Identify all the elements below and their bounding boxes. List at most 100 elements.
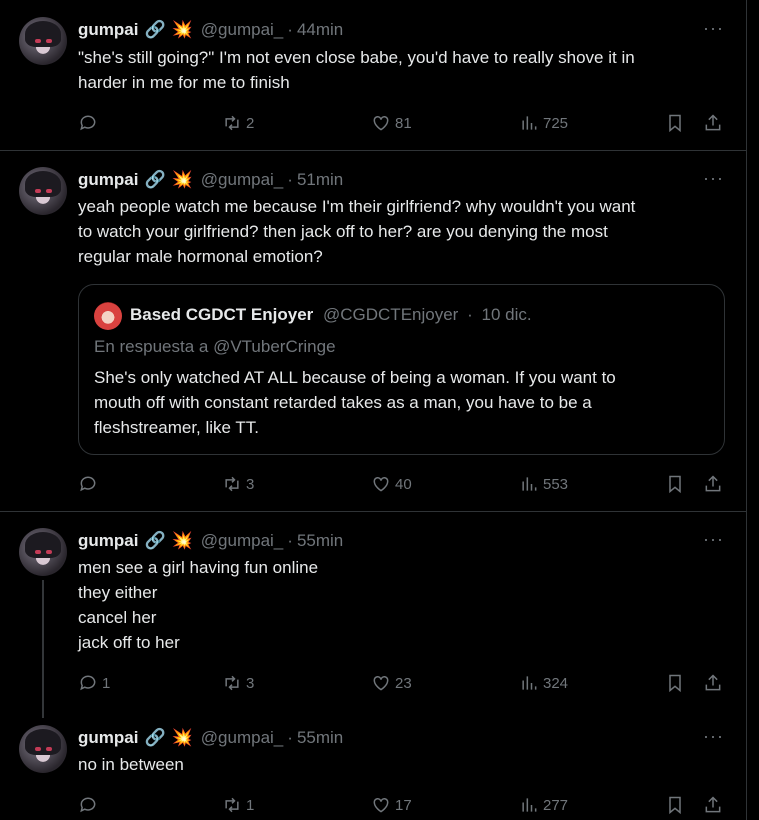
tweet-header: gumpai 🔗 💥 @gumpai_ · 55min	[78, 530, 343, 552]
timestamp[interactable]: 55min	[297, 728, 343, 748]
action-bar: 1 3 23 324	[78, 671, 730, 695]
reply-icon	[80, 476, 96, 492]
reply-button[interactable]	[78, 472, 102, 496]
tweet-text-line: harder in me for me to finish	[78, 73, 290, 92]
retweet-count: 3	[246, 475, 255, 493]
reply-button[interactable]: 1	[78, 671, 110, 695]
separator-dot: ·	[287, 531, 293, 550]
tweet-divider	[0, 150, 746, 151]
tweet-text-line: to watch your girlfriend? then jack off …	[78, 222, 608, 241]
retweet-count: 3	[246, 674, 255, 692]
views-icon	[522, 676, 537, 690]
reply-button[interactable]	[78, 793, 102, 817]
quoted-header: Based CGDCT Enjoyer @CGDCTEnjoyer · 10 d…	[130, 305, 532, 325]
tweet-text: "she's still going?" I'm not even close …	[78, 45, 728, 95]
tweet-text-line: jack off to her	[78, 633, 180, 652]
views-button[interactable]: 725	[519, 111, 568, 135]
views-button[interactable]: 277	[519, 793, 568, 817]
more-options-icon[interactable]: ···	[703, 727, 725, 745]
timestamp[interactable]: 44min	[297, 20, 343, 40]
more-options-icon[interactable]: ···	[703, 169, 725, 187]
like-count: 17	[395, 796, 412, 814]
like-button[interactable]: 81	[371, 111, 412, 135]
action-bar: 2 81 725	[78, 111, 730, 135]
bookmark-button[interactable]	[665, 793, 685, 817]
like-button[interactable]: 17	[371, 793, 412, 817]
bookmark-button[interactable]	[665, 671, 685, 695]
more-options-icon[interactable]: ···	[703, 530, 725, 548]
tweet-divider	[0, 511, 746, 512]
action-bar: 1 17 277	[78, 793, 730, 817]
timestamp[interactable]: 51min	[297, 170, 343, 190]
tweet-text-line: regular male hormonal emotion?	[78, 247, 323, 266]
display-name[interactable]: gumpai	[78, 170, 138, 190]
retweet-button[interactable]: 1	[222, 793, 254, 817]
retweet-button[interactable]: 3	[222, 671, 254, 695]
retweet-button[interactable]: 3	[222, 472, 254, 496]
quoted-text-line: mouth off with constant retarded takes a…	[94, 393, 592, 412]
timestamp[interactable]: 55min	[297, 531, 343, 551]
views-icon	[522, 798, 537, 812]
handle[interactable]: @gumpai_	[201, 170, 283, 190]
share-button[interactable]	[703, 472, 723, 496]
retweet-icon	[225, 797, 239, 813]
retweet-button[interactable]: 2	[222, 111, 254, 135]
tweet-text: yeah people watch me because I'm their g…	[78, 194, 728, 269]
retweet-count: 1	[246, 796, 255, 814]
tweet-text-line: no in between	[78, 755, 184, 774]
bookmark-icon	[669, 674, 681, 693]
timeline: gumpai 🔗 💥 @gumpai_ · 44min ··· "she's s…	[0, 0, 747, 820]
reply-count: 1	[102, 674, 111, 692]
bookmark-icon	[669, 475, 681, 494]
share-button[interactable]	[703, 111, 723, 135]
action-bar: 3 40 553	[78, 472, 730, 496]
views-button[interactable]: 553	[519, 472, 568, 496]
heart-icon	[373, 476, 389, 492]
bookmark-button[interactable]	[665, 111, 685, 135]
quoted-tweet[interactable]: Based CGDCT Enjoyer @CGDCTEnjoyer · 10 d…	[78, 284, 725, 455]
avatar[interactable]	[19, 167, 67, 215]
like-count: 40	[395, 475, 412, 493]
like-button[interactable]: 23	[371, 671, 412, 695]
display-name[interactable]: gumpai	[78, 531, 138, 551]
avatar[interactable]	[19, 17, 67, 65]
handle[interactable]: @gumpai_	[201, 728, 283, 748]
collision-emoji-icon: 💥	[171, 170, 193, 189]
handle[interactable]: @gumpai_	[201, 531, 283, 551]
collision-emoji-icon: 💥	[171, 728, 193, 747]
like-count: 23	[395, 674, 412, 692]
bookmark-button[interactable]	[665, 472, 685, 496]
reply-icon	[80, 797, 96, 813]
share-icon	[705, 114, 721, 131]
link-emoji-icon: 🔗	[144, 170, 166, 189]
retweet-icon	[225, 675, 239, 691]
views-button[interactable]: 324	[519, 671, 568, 695]
display-name[interactable]: gumpai	[78, 20, 138, 40]
retweet-count: 2	[246, 114, 255, 132]
link-emoji-icon: 🔗	[144, 20, 166, 39]
reply-icon	[80, 675, 96, 691]
avatar[interactable]	[19, 528, 67, 576]
reply-button[interactable]	[78, 111, 102, 135]
heart-icon	[373, 115, 389, 131]
tweet-text-line: they either	[78, 583, 158, 602]
separator-dot: ·	[287, 20, 293, 39]
tweet-text-line: men see a girl having fun online	[78, 558, 319, 577]
quoted-avatar	[94, 302, 122, 330]
avatar[interactable]	[19, 725, 67, 773]
share-button[interactable]	[703, 671, 723, 695]
separator-dot: ·	[287, 728, 293, 747]
retweet-icon	[225, 476, 239, 492]
share-icon	[705, 796, 721, 813]
tweet-text-line: cancel her	[78, 608, 157, 627]
like-button[interactable]: 40	[371, 472, 412, 496]
more-options-icon[interactable]: ···	[703, 19, 725, 37]
display-name[interactable]: gumpai	[78, 728, 138, 748]
thread-connector	[42, 580, 44, 718]
handle[interactable]: @gumpai_	[201, 20, 283, 40]
quoted-handle: @CGDCTEnjoyer	[323, 305, 459, 324]
view-count: 324	[543, 674, 569, 692]
share-button[interactable]	[703, 793, 723, 817]
quoted-display-name: Based CGDCT Enjoyer	[130, 305, 314, 324]
like-count: 81	[395, 114, 412, 132]
